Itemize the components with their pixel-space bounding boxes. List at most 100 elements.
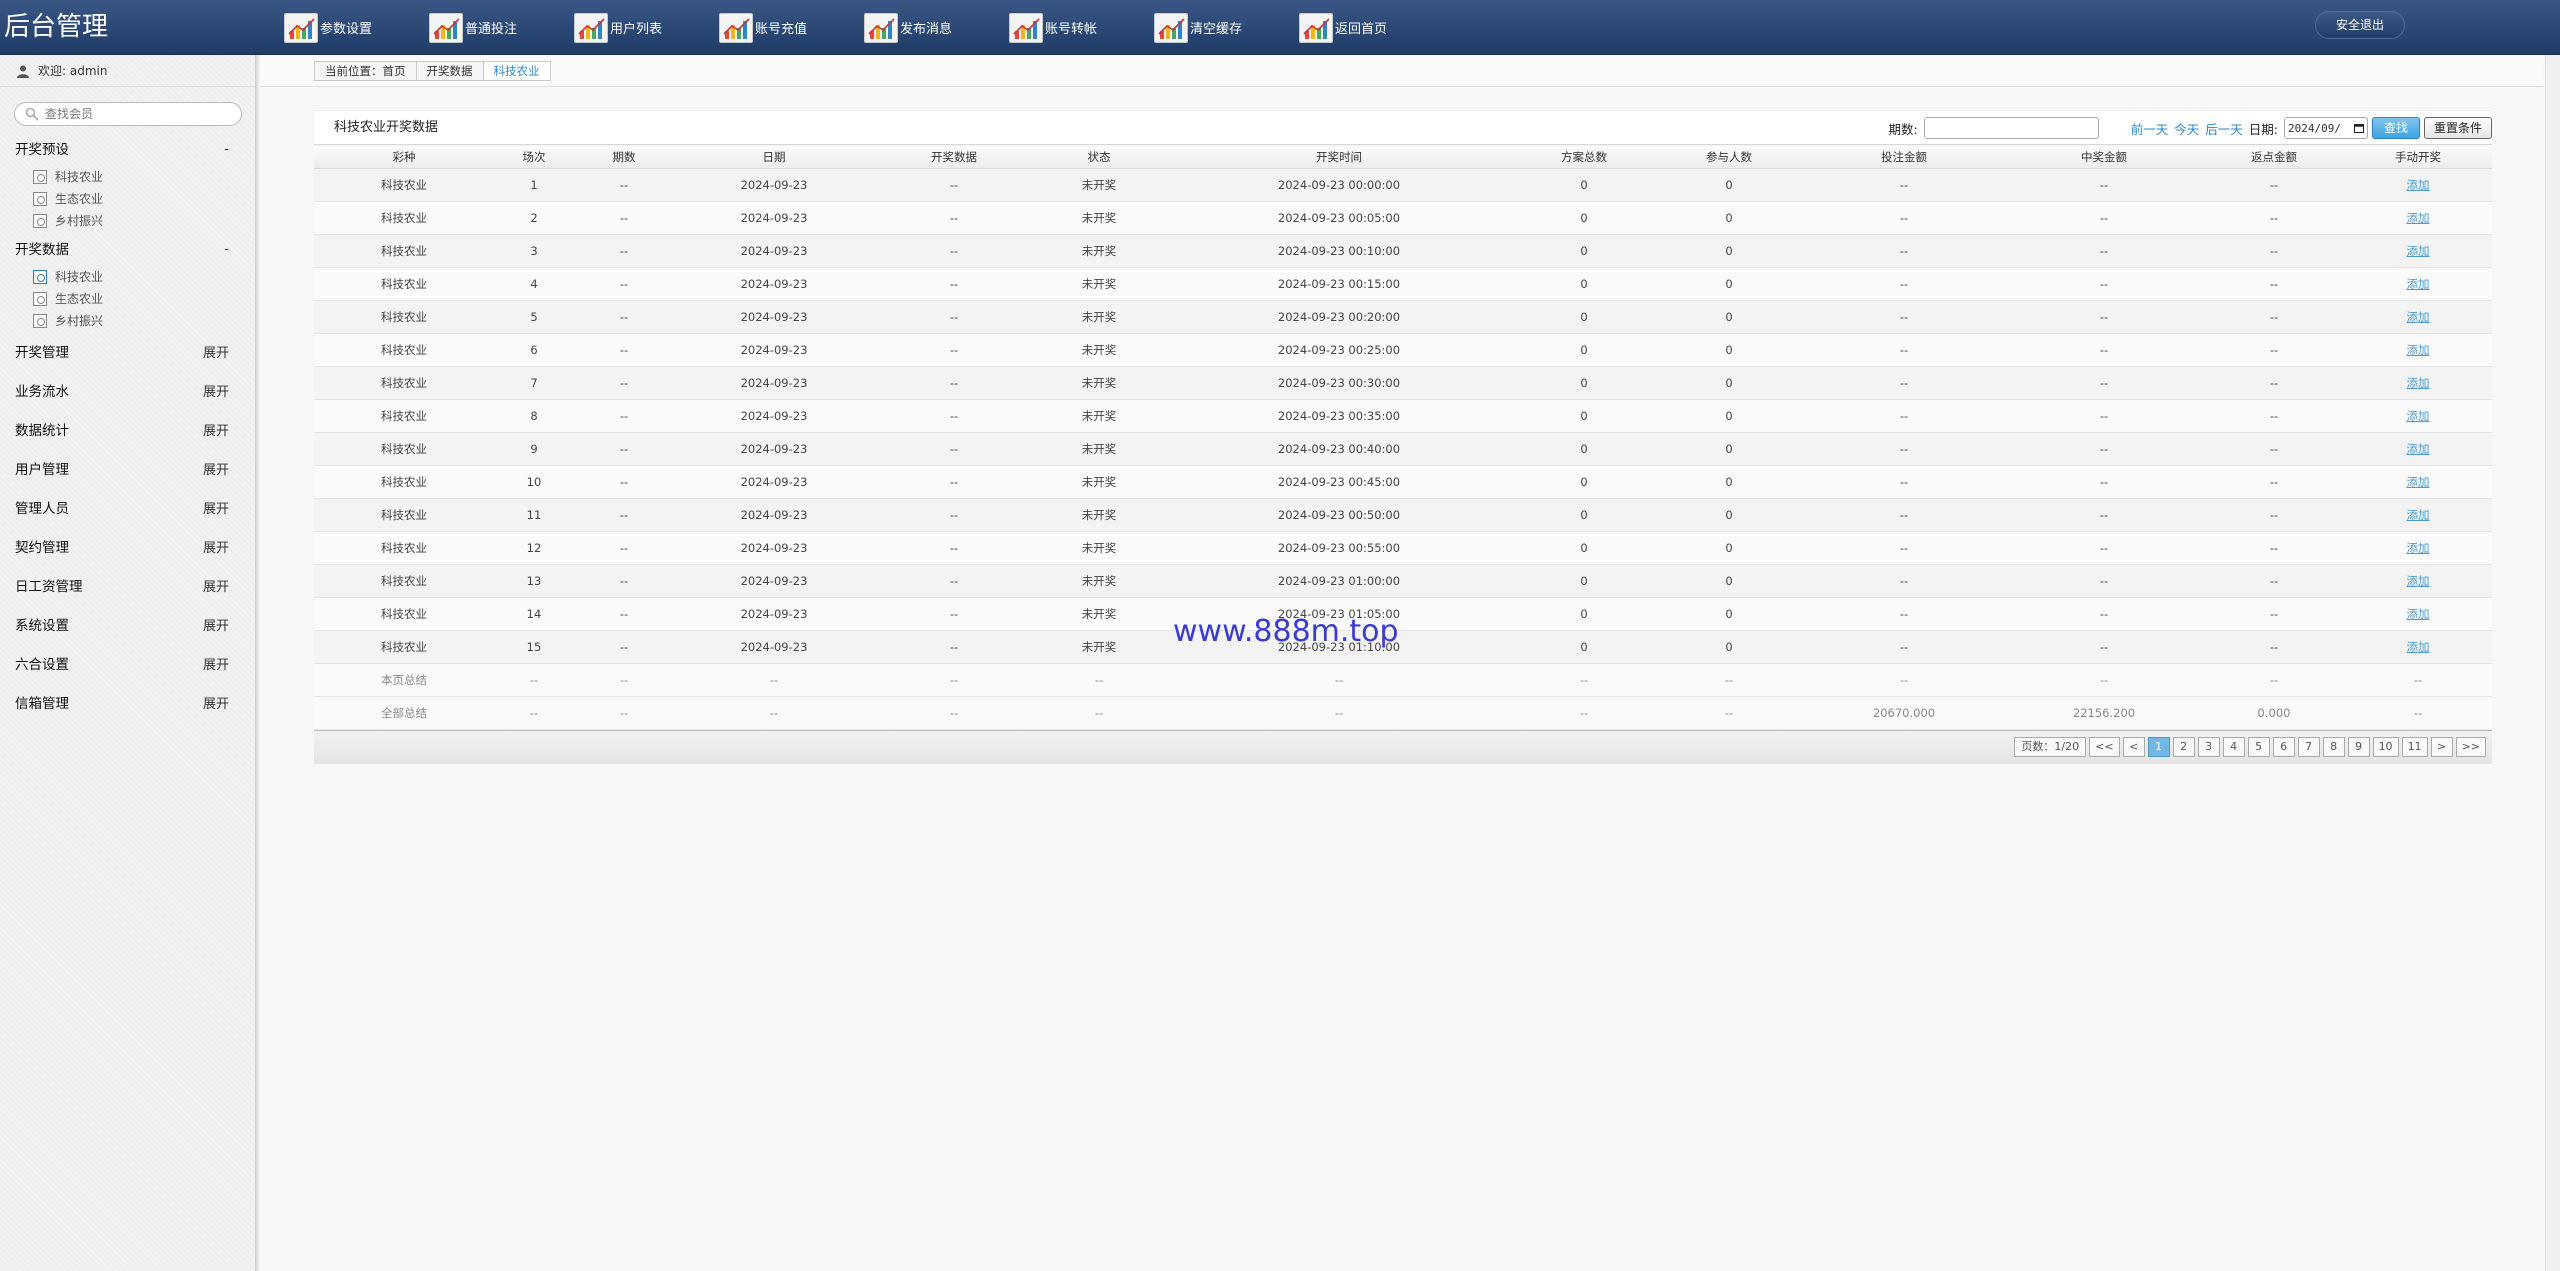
filter-bar: 期数: 前一天 今天 后一天 日期: 2024/09/ 查找 重置条件 xyxy=(1889,115,2492,141)
menu-group-title[interactable]: 六合设置 展开 xyxy=(0,646,255,685)
menu-expand-toggle[interactable]: 展开 xyxy=(203,646,229,685)
table-cell: 添加 xyxy=(2344,630,2492,664)
add-draw-link[interactable]: 添加 xyxy=(2407,409,2430,423)
page-number-button[interactable]: 5 xyxy=(2247,737,2270,757)
table-cell: -- xyxy=(874,234,1034,268)
page-number-button[interactable]: 3 xyxy=(2197,737,2220,757)
add-draw-link[interactable]: 添加 xyxy=(2407,574,2430,588)
add-draw-link[interactable]: 添加 xyxy=(2407,343,2430,357)
add-draw-link[interactable]: 添加 xyxy=(2407,541,2430,555)
menu-group-title[interactable]: 日工资管理 展开 xyxy=(0,568,255,607)
table-cell: -- xyxy=(874,300,1034,334)
member-search-input[interactable] xyxy=(14,102,242,126)
menu-expand-toggle[interactable]: 展开 xyxy=(203,412,229,451)
calendar-icon[interactable] xyxy=(2354,123,2364,133)
add-draw-link[interactable]: 添加 xyxy=(2407,244,2430,258)
table-cell: 0 xyxy=(1514,432,1654,466)
next-page-button[interactable]: > xyxy=(2430,737,2453,757)
reset-button[interactable]: 重置条件 xyxy=(2424,117,2492,139)
sidebar-subitem[interactable]: 乡村振兴 xyxy=(0,210,255,232)
page-number-button[interactable]: 4 xyxy=(2222,737,2245,757)
menu-expand-toggle[interactable]: 展开 xyxy=(203,334,229,373)
menu-group-title[interactable]: 信箱管理 展开 xyxy=(0,685,255,724)
menu-group-title[interactable]: 开奖预设 - xyxy=(0,134,255,166)
chart-icon xyxy=(1009,12,1043,43)
topnav-item[interactable]: 账号转帐 xyxy=(1009,0,1154,55)
table-cell: 科技农业 xyxy=(314,366,494,400)
breadcrumb-item[interactable]: 开奖数据 xyxy=(417,62,484,80)
page-number-button[interactable]: 6 xyxy=(2272,737,2295,757)
page-number-button[interactable]: 10 xyxy=(2372,737,2399,757)
logout-button[interactable]: 安全退出 xyxy=(2315,11,2405,39)
prev-page-button[interactable]: < xyxy=(2122,737,2145,757)
find-button[interactable]: 查找 xyxy=(2372,117,2420,139)
table-cell: 科技农业 xyxy=(314,300,494,334)
table-cell: -- xyxy=(574,168,674,202)
menu-expand-toggle[interactable]: 展开 xyxy=(203,490,229,529)
today-link[interactable]: 今天 xyxy=(2174,119,2199,138)
page-number-button[interactable]: 7 xyxy=(2297,737,2320,757)
menu-expand-toggle[interactable]: 展开 xyxy=(203,373,229,412)
topnav-item[interactable]: 发布消息 xyxy=(864,0,1009,55)
sidebar-subitem[interactable]: 科技农业 xyxy=(0,166,255,188)
sidebar-subitem[interactable]: 乡村振兴 xyxy=(0,310,255,332)
menu-expand-toggle[interactable]: 展开 xyxy=(203,529,229,568)
first-page-button[interactable]: << xyxy=(2089,737,2120,757)
menu-group-title[interactable]: 契约管理 展开 xyxy=(0,529,255,568)
table-row: 科技农业 2 -- 2024-09-23 -- 未开奖 2024-09-23 00:05:0… xyxy=(314,201,2492,235)
add-draw-link[interactable]: 添加 xyxy=(2407,607,2430,621)
page-number-button[interactable]: 1 xyxy=(2147,737,2170,757)
table-cell: -- xyxy=(874,399,1034,433)
add-draw-link[interactable]: 添加 xyxy=(2407,277,2430,291)
menu-group-title[interactable]: 用户管理 展开 xyxy=(0,451,255,490)
page-number-button[interactable]: 2 xyxy=(2172,737,2195,757)
topnav-item[interactable]: 普通投注 xyxy=(429,0,574,55)
page-number-button[interactable]: 8 xyxy=(2322,737,2345,757)
menu-collapse-toggle[interactable]: - xyxy=(224,234,229,266)
topnav-item[interactable]: 参数设置 xyxy=(284,0,429,55)
summary-cell: -- xyxy=(674,663,874,697)
menu-expand-toggle[interactable]: 展开 xyxy=(203,685,229,724)
period-input[interactable] xyxy=(1923,117,2099,139)
menu-group-title[interactable]: 开奖管理 展开 xyxy=(0,334,255,373)
menu-expand-toggle[interactable]: 展开 xyxy=(203,568,229,607)
menu-expand-toggle[interactable]: 展开 xyxy=(203,607,229,646)
menu-group-title[interactable]: 业务流水 展开 xyxy=(0,373,255,412)
table-cell: 2024-09-23 xyxy=(674,168,874,202)
sidebar-subitem[interactable]: 生态农业 xyxy=(0,288,255,310)
add-draw-link[interactable]: 添加 xyxy=(2407,178,2430,192)
date-input[interactable]: 2024/09/ xyxy=(2284,117,2368,139)
table-cell: -- xyxy=(2204,201,2344,235)
page-number-button[interactable]: 11 xyxy=(2401,737,2428,757)
summary-cell: 20670.000 xyxy=(1804,696,2004,730)
add-draw-link[interactable]: 添加 xyxy=(2407,211,2430,225)
breadcrumb-item[interactable]: 科技农业 xyxy=(483,62,550,80)
menu-group-title[interactable]: 开奖数据 - xyxy=(0,234,255,266)
menu-group-title[interactable]: 管理人员 展开 xyxy=(0,490,255,529)
table-cell: 12 xyxy=(494,531,574,565)
table-cell: -- xyxy=(2004,399,2204,433)
prev-day-link[interactable]: 前一天 xyxy=(2131,119,2169,138)
topnav-item[interactable]: 账号充值 xyxy=(719,0,864,55)
topnav-item[interactable]: 用户列表 xyxy=(574,0,719,55)
menu-collapse-toggle[interactable]: - xyxy=(224,134,229,166)
menu-group-title[interactable]: 系统设置 展开 xyxy=(0,607,255,646)
add-draw-link[interactable]: 添加 xyxy=(2407,475,2430,489)
add-draw-link[interactable]: 添加 xyxy=(2407,376,2430,390)
add-draw-link[interactable]: 添加 xyxy=(2407,310,2430,324)
page-scrollbar[interactable] xyxy=(2545,55,2560,1271)
summary-cell: -- xyxy=(2204,663,2344,697)
add-draw-link[interactable]: 添加 xyxy=(2407,442,2430,456)
next-day-link[interactable]: 后一天 xyxy=(2205,119,2243,138)
sidebar-subitem[interactable]: 生态农业 xyxy=(0,188,255,210)
table-row: 科技农业 13 -- 2024-09-23 -- 未开奖 2024-09-23 01:00:… xyxy=(314,564,2492,598)
sidebar-subitem[interactable]: 科技农业 xyxy=(0,266,255,288)
menu-group-title[interactable]: 数据统计 展开 xyxy=(0,412,255,451)
add-draw-link[interactable]: 添加 xyxy=(2407,640,2430,654)
add-draw-link[interactable]: 添加 xyxy=(2407,508,2430,522)
menu-expand-toggle[interactable]: 展开 xyxy=(203,451,229,490)
topnav-item[interactable]: 清空缓存 xyxy=(1154,0,1299,55)
topnav-item[interactable]: 返回首页 xyxy=(1299,0,1444,55)
page-number-button[interactable]: 9 xyxy=(2347,737,2370,757)
last-page-button[interactable]: >> xyxy=(2455,737,2486,757)
